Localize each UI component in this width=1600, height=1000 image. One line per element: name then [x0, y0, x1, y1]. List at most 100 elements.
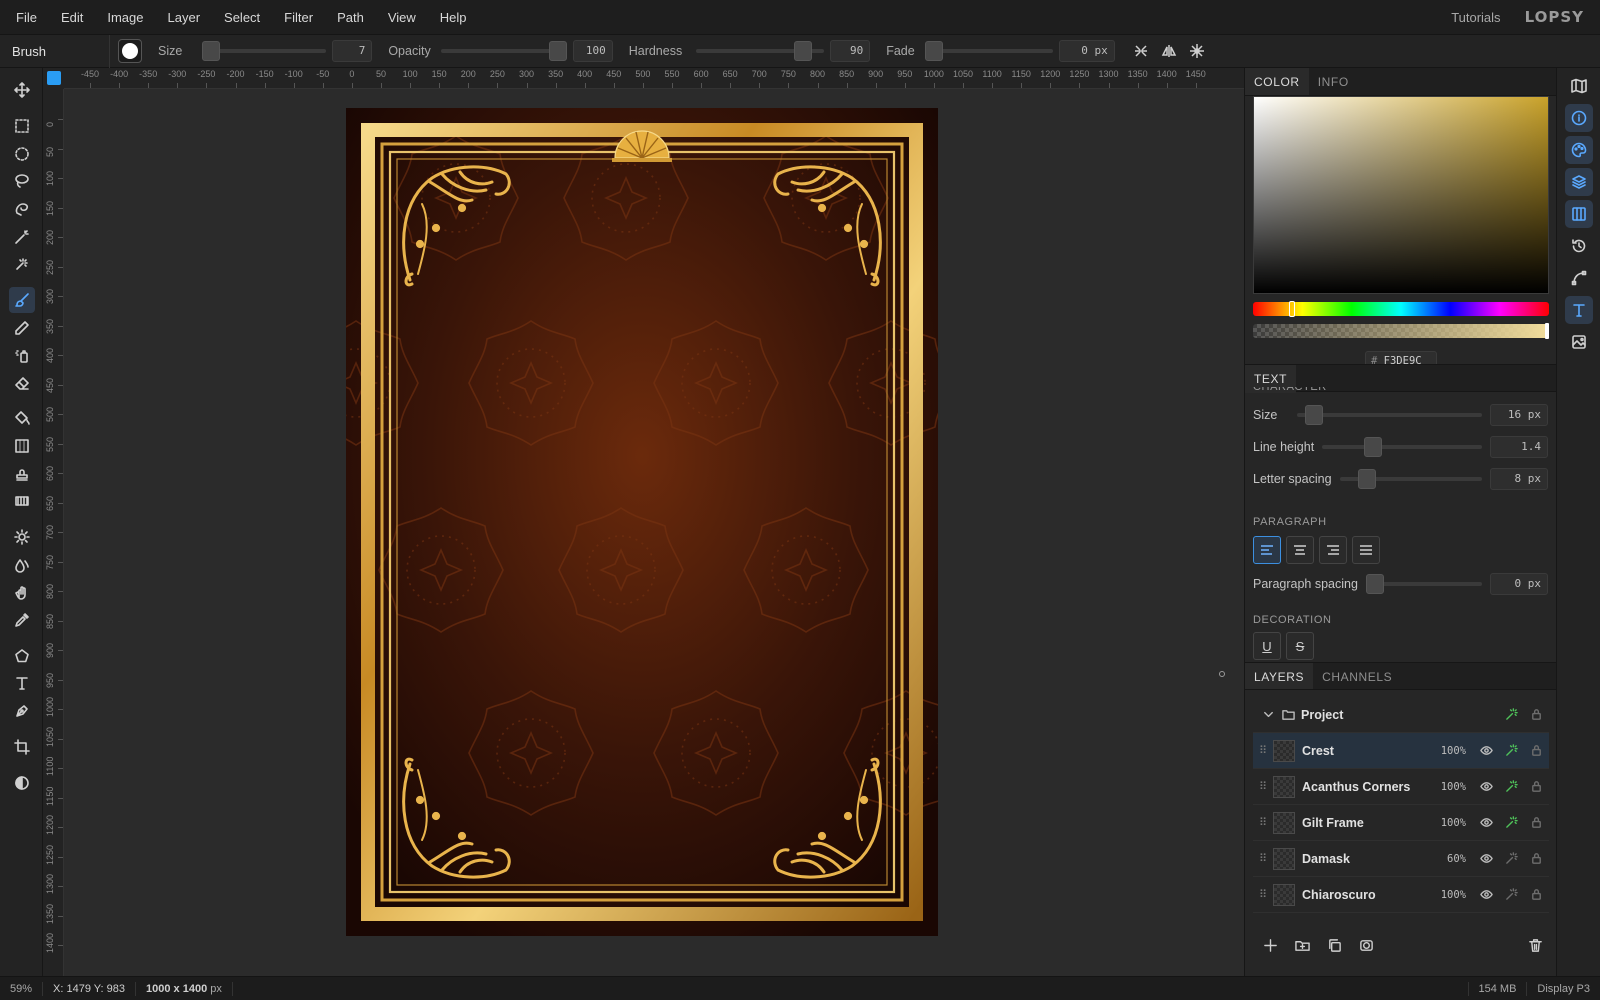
- pen-tool[interactable]: [9, 698, 35, 724]
- color-field[interactable]: [1253, 96, 1549, 294]
- layer-effects-icon[interactable]: [1499, 852, 1524, 865]
- layer-opacity[interactable]: 100%: [1434, 781, 1466, 793]
- stamp-tool[interactable]: [9, 461, 35, 487]
- eye-icon[interactable]: [1474, 744, 1499, 757]
- pressure-icon[interactable]: [1133, 43, 1149, 59]
- shape-tool[interactable]: [9, 643, 35, 669]
- layer-opacity[interactable]: 100%: [1434, 817, 1466, 829]
- spray-tool[interactable]: [9, 342, 35, 368]
- paragraph-spacing-knob[interactable]: [1365, 574, 1384, 594]
- paragraph-spacing-input[interactable]: 0 px: [1490, 573, 1548, 595]
- hardness-slider[interactable]: [696, 41, 825, 61]
- layer-name[interactable]: Gilt Frame: [1302, 816, 1434, 830]
- ruler-origin-button[interactable]: [43, 68, 64, 89]
- layer-effects-icon[interactable]: [1499, 816, 1524, 829]
- lasso-tool[interactable]: [9, 168, 35, 194]
- layer-row[interactable]: ⠿ Damask 60%: [1253, 841, 1549, 877]
- zoom-level[interactable]: 59%: [0, 981, 44, 996]
- chevron-down-icon[interactable]: [1257, 708, 1279, 721]
- hardness-input[interactable]: 90: [830, 40, 871, 62]
- quick-select-tool[interactable]: [9, 251, 35, 277]
- line-height-slider[interactable]: [1322, 437, 1482, 457]
- delete-layer-icon[interactable]: [1526, 936, 1544, 954]
- paragraph-spacing-slider[interactable]: [1365, 574, 1482, 594]
- layer-effects-icon[interactable]: [1499, 780, 1524, 793]
- menu-filter[interactable]: Filter: [272, 0, 325, 35]
- line-height-input[interactable]: 1.4: [1490, 436, 1548, 458]
- strikethrough-button[interactable]: S: [1286, 632, 1314, 660]
- blur-tool[interactable]: [9, 552, 35, 578]
- magnetic-lasso-tool[interactable]: [9, 196, 35, 222]
- drag-handle-icon[interactable]: ⠿: [1253, 816, 1273, 829]
- menu-image[interactable]: Image: [95, 0, 155, 35]
- channels-panel-icon[interactable]: [1565, 200, 1593, 228]
- text-size-knob[interactable]: [1305, 405, 1324, 425]
- info-panel-icon[interactable]: [1565, 104, 1593, 132]
- document-canvas[interactable]: [346, 108, 938, 936]
- text-size-input[interactable]: 16 px: [1490, 404, 1548, 426]
- magic-wand-tool[interactable]: [9, 224, 35, 250]
- menu-path[interactable]: Path: [325, 0, 376, 35]
- add-layer-icon[interactable]: [1261, 936, 1279, 954]
- vertical-ruler[interactable]: 0 50 100 150 200 250 300 350 400 450 500 550 600 650 7…: [43, 89, 64, 976]
- eye-icon[interactable]: [1474, 816, 1499, 829]
- size-input[interactable]: 7: [332, 40, 373, 62]
- layer-group-row[interactable]: Project: [1253, 697, 1549, 733]
- layer-opacity[interactable]: 100%: [1434, 745, 1466, 757]
- image-adjust-icon[interactable]: [1565, 328, 1593, 356]
- menu-file[interactable]: File: [0, 0, 49, 35]
- horizontal-ruler[interactable]: -450 -400 -350 -300 -250 -200 -150 -100 -50 0 50 10…: [64, 68, 1244, 89]
- canvas-viewport[interactable]: [64, 89, 1244, 976]
- layers-panel-icon[interactable]: [1565, 168, 1593, 196]
- align-right-button[interactable]: [1319, 536, 1347, 564]
- fade-slider-knob[interactable]: [924, 41, 943, 61]
- layer-row[interactable]: ⠿ Gilt Frame 100%: [1253, 805, 1549, 841]
- alpha-slider[interactable]: [1253, 323, 1549, 339]
- menu-select[interactable]: Select: [212, 0, 272, 35]
- eye-icon[interactable]: [1474, 888, 1499, 901]
- symmetry-icon[interactable]: [1161, 43, 1177, 59]
- hue-slider-knob[interactable]: [1289, 301, 1295, 317]
- layer-effects-icon[interactable]: [1499, 888, 1524, 901]
- hardness-slider-knob[interactable]: [794, 41, 813, 61]
- smudge-tool[interactable]: [9, 579, 35, 605]
- lock-icon[interactable]: [1524, 888, 1549, 901]
- eraser-tool[interactable]: [9, 370, 35, 396]
- move-tool[interactable]: [9, 77, 35, 103]
- hue-slider[interactable]: [1253, 301, 1549, 317]
- lock-icon[interactable]: [1524, 816, 1549, 829]
- paths-icon[interactable]: [1565, 264, 1593, 292]
- new-group-icon[interactable]: [1293, 936, 1311, 954]
- layer-row[interactable]: ⠿ Acanthus Corners 100%: [1253, 769, 1549, 805]
- align-left-button[interactable]: [1253, 536, 1281, 564]
- layer-opacity[interactable]: 60%: [1434, 853, 1466, 865]
- alpha-slider-knob[interactable]: [1545, 323, 1549, 339]
- text-size-slider[interactable]: [1297, 405, 1482, 425]
- menu-view[interactable]: View: [376, 0, 428, 35]
- layer-opacity[interactable]: 100%: [1434, 889, 1466, 901]
- layer-name[interactable]: Acanthus Corners: [1302, 780, 1434, 794]
- line-height-knob[interactable]: [1364, 437, 1383, 457]
- color-mode-toggle[interactable]: [9, 770, 35, 796]
- letter-spacing-knob[interactable]: [1357, 469, 1376, 489]
- opacity-slider-knob[interactable]: [548, 41, 567, 61]
- lock-icon[interactable]: [1524, 780, 1549, 793]
- layer-name[interactable]: Crest: [1302, 744, 1434, 758]
- eye-icon[interactable]: [1474, 852, 1499, 865]
- align-center-button[interactable]: [1286, 536, 1314, 564]
- menu-help[interactable]: Help: [428, 0, 479, 35]
- tab-channels[interactable]: CHANNELS: [1313, 663, 1401, 689]
- layer-effects-icon[interactable]: [1499, 744, 1524, 757]
- tab-layers[interactable]: LAYERS: [1245, 663, 1314, 689]
- rect-select-tool[interactable]: [9, 113, 35, 139]
- underline-button[interactable]: U: [1253, 632, 1281, 660]
- dodge-tool[interactable]: [9, 524, 35, 550]
- align-justify-button[interactable]: [1352, 536, 1380, 564]
- layer-row[interactable]: ⠿ Crest 100%: [1253, 733, 1549, 769]
- lock-icon[interactable]: [1524, 708, 1549, 721]
- history-icon[interactable]: [1565, 232, 1593, 260]
- fade-input[interactable]: 0 px: [1058, 40, 1115, 62]
- fade-slider[interactable]: [924, 41, 1053, 61]
- layer-name[interactable]: Damask: [1302, 852, 1434, 866]
- size-slider-knob[interactable]: [202, 41, 221, 61]
